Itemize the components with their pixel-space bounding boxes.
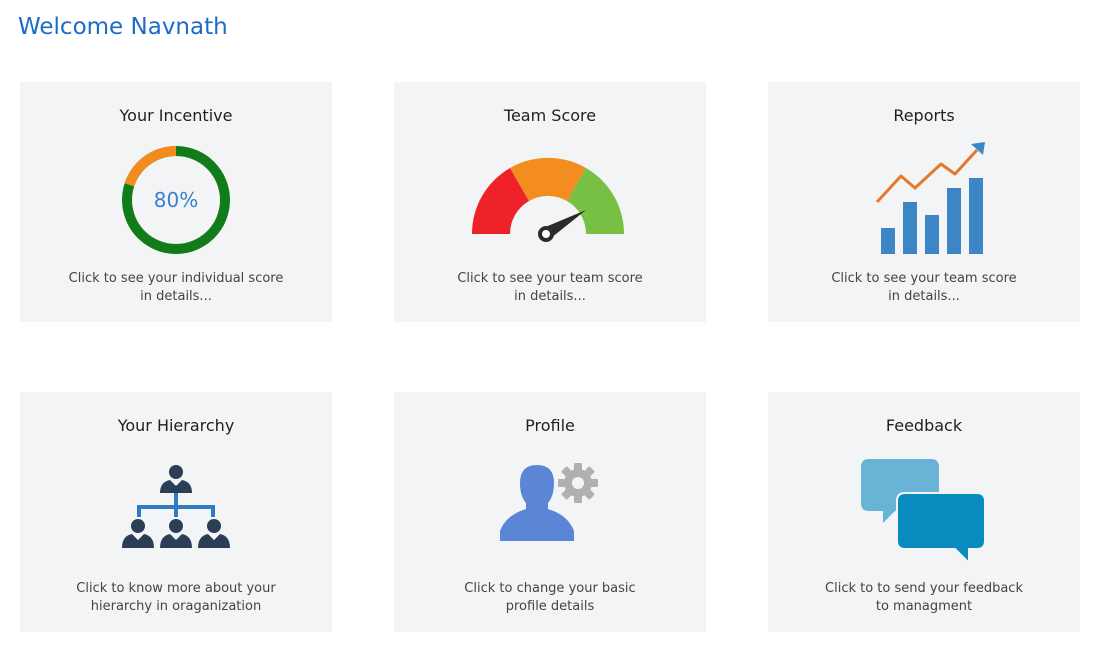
- speedometer-gauge-icon: [471, 157, 625, 242]
- progress-remaining-arc: [124, 146, 177, 187]
- card-description: Click to see your individual score in det…: [68, 271, 284, 304]
- chat-bubbles-icon: [861, 458, 986, 565]
- card-description: Click to know more about your hierarchy i…: [76, 581, 276, 614]
- card-title: Profile: [525, 416, 575, 435]
- welcome-heading: Welcome Navnath: [18, 14, 228, 40]
- card-title: Feedback: [885, 416, 963, 435]
- card-title: Reports: [893, 106, 955, 125]
- card-your-incentive[interactable]: Your Incentive 80% Click to see your ind…: [20, 82, 332, 322]
- user-settings-icon: [500, 463, 598, 541]
- bar-chart-trend-icon: [875, 142, 985, 254]
- card-description: Click to to send your feedback to managme…: [825, 581, 1023, 614]
- card-title: Your Incentive: [119, 106, 233, 125]
- card-reports[interactable]: Reports Click to see your team score in d…: [768, 82, 1080, 322]
- card-description: Click to change your basic profile detail…: [464, 581, 636, 614]
- card-feedback[interactable]: Feedback Click to to send your feedback t…: [768, 392, 1080, 632]
- card-title: Team Score: [503, 106, 597, 125]
- card-profile[interactable]: Profile Click to change your basic profil…: [394, 392, 706, 632]
- card-description: Click to see your team score in details..…: [831, 271, 1017, 304]
- donut-progress-icon: 80%: [122, 146, 230, 254]
- progress-value: 80%: [154, 188, 198, 212]
- card-description: Click to see your team score in details..…: [457, 271, 643, 304]
- card-your-hierarchy[interactable]: Your Hierarchy Click to know more about …: [20, 392, 332, 632]
- card-team-score[interactable]: Team Score Click to see your team score i…: [394, 82, 706, 322]
- org-chart-icon: [122, 465, 230, 548]
- card-title: Your Hierarchy: [117, 416, 235, 435]
